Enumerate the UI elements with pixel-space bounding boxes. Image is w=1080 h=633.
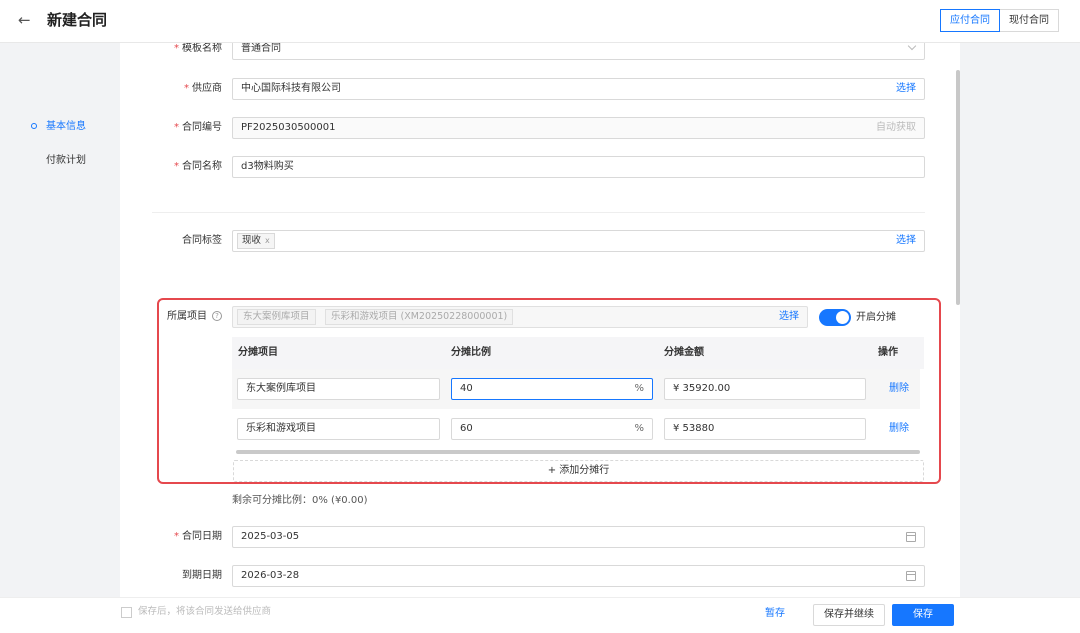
contract-name-label: * 合同名称 [174,161,222,172]
allocation-ratio-input[interactable]: 60% [451,418,653,440]
supplier-value: 中心国际科技有限公司 [241,83,341,94]
tags-select-link[interactable]: 选择 [896,231,916,251]
projects-field[interactable]: 东大案例库项目 乐彩和游戏项目 (XM20250228000001) 选择 [232,306,808,328]
allocation-project-input[interactable]: 乐彩和游戏项目 [237,418,440,440]
section-divider [152,212,925,213]
percent-unit: % [634,423,644,434]
required-mark: * [174,122,179,133]
tag-chip: 现收 x [237,233,275,249]
column-header-project: 分摊项目 [238,347,278,358]
project-chip: 乐彩和游戏项目 (XM20250228000001) [325,309,514,325]
supplier-label: * 供应商 [184,83,222,94]
delete-row-link[interactable]: 删除 [889,418,909,440]
tags-label: 合同标签 [182,235,222,246]
toggle-knob [836,311,849,324]
supplier-row: * 供应商 中心国际科技有限公司 选择 [120,78,960,100]
page-title: 新建合同 [47,11,108,29]
nav-item-basic-info[interactable]: 基本信息 [28,118,86,140]
page-header: ← 新建合同 应付合同 现付合同 [0,0,1080,43]
nav-item-label: 付款计划 [46,155,86,166]
contract-name-row: * 合同名称 d3物料购买 [120,156,960,178]
allocation-amount-input[interactable]: ¥ 53880 [664,418,866,440]
tag-remove-icon[interactable]: x [265,236,270,245]
table-horizontal-scrollbar[interactable] [236,450,920,454]
template-label: * 模板名称 [174,43,222,54]
project-chip: 东大案例库项目 [237,309,316,325]
allocation-toggle-label: 开启分摊 [856,312,896,323]
contract-date-label: * 合同日期 [174,531,222,542]
draft-button[interactable]: 暂存 [757,604,793,626]
table-row: 乐彩和游戏项目 60% ¥ 53880 删除 [232,409,920,449]
save-and-continue-button[interactable]: 保存并继续 [813,604,885,626]
table-row: 东大案例库项目 40% ¥ 35920.00 删除 [232,369,920,409]
vertical-scrollbar[interactable] [956,70,960,305]
template-row: * 模板名称 普通合同 [120,43,960,60]
template-value: 普通合同 [241,43,281,54]
tab-cash-contract[interactable]: 现付合同 [1000,9,1059,32]
contract-date-picker[interactable]: 2025-03-05 [232,526,925,548]
active-dot-icon [31,123,37,129]
delete-row-link[interactable]: 删除 [889,378,909,400]
contract-no-field[interactable]: PF2025030500001 自动获取 [232,117,925,139]
contract-date-row: * 合同日期 2025-03-05 [120,526,960,548]
calendar-icon [906,532,916,542]
save-button[interactable]: 保存 [892,604,954,626]
auto-fetch-hint: 自动获取 [876,122,916,133]
allocation-ratio-input[interactable]: 40% [451,378,653,400]
help-icon[interactable]: ? [212,311,222,321]
expiry-date-label: 到期日期 [182,570,222,581]
send-to-supplier-label: 保存后，将该合同发送给供应商 [138,606,272,617]
nav-item-payment-plan[interactable]: 付款计划 [28,152,86,174]
expiry-date-row: 到期日期 2026-03-28 [120,565,960,587]
projects-label: 所属项目? [120,306,222,328]
tags-field[interactable]: 现收 x 选择 [232,230,925,252]
allocation-project-input[interactable]: 东大案例库项目 [237,378,440,400]
remaining-allocation-text: 剩余可分摊比例：0% (¥0.00) [232,495,368,506]
side-nav: 基本信息 付款计划 [28,118,86,186]
percent-unit: % [634,383,644,394]
expiry-date-picker[interactable]: 2026-03-28 [232,565,925,587]
allocation-toggle[interactable] [819,309,851,326]
column-header-ratio: 分摊比例 [451,347,491,358]
column-header-amount: 分摊金额 [664,347,704,358]
supplier-field[interactable]: 中心国际科技有限公司 选择 [232,78,925,100]
column-header-action: 操作 [878,347,898,358]
required-mark: * [174,531,179,542]
supplier-select-link[interactable]: 选择 [896,79,916,99]
tab-payable-contract[interactable]: 应付合同 [940,9,1000,32]
contract-no-label: * 合同编号 [174,122,222,133]
chevron-down-icon [907,43,917,51]
required-mark: * [174,43,179,54]
required-mark: * [174,161,179,172]
calendar-icon [906,571,916,581]
contract-no-value: PF2025030500001 [241,122,336,133]
allocation-amount-input[interactable]: ¥ 35920.00 [664,378,866,400]
projects-select-link[interactable]: 选择 [779,307,799,327]
arrow-left-icon[interactable]: ← [18,10,36,30]
required-mark: * [184,83,189,94]
footer-bar: 保存后，将该合同发送给供应商 暂存 保存并继续 保存 [0,597,1080,633]
send-to-supplier-checkbox[interactable] [121,607,132,618]
contract-type-tabs: 应付合同 现付合同 [940,9,1059,32]
nav-item-label: 基本信息 [46,121,86,132]
template-select[interactable]: 普通合同 [232,43,925,60]
allocation-table-header: 分摊项目 分摊比例 分摊金额 操作 [232,337,924,369]
contract-name-input[interactable]: d3物料购买 [232,156,925,178]
tags-row: 合同标签 现收 x 选择 [120,230,960,252]
add-allocation-row-button[interactable]: + 添加分摊行 [233,460,924,482]
contract-no-row: * 合同编号 PF2025030500001 自动获取 [120,117,960,139]
